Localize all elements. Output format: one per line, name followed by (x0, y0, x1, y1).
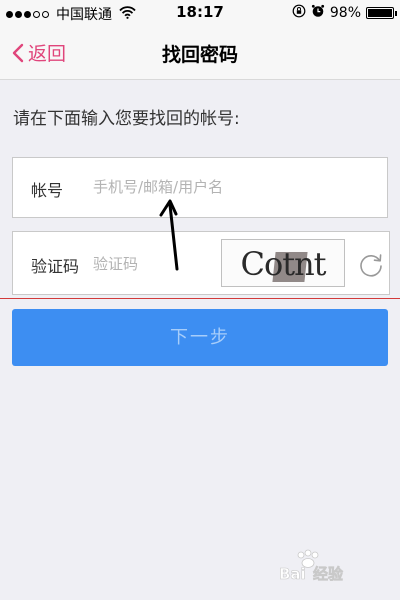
battery-level (368, 9, 392, 17)
svg-text:经验: 经验 (313, 565, 344, 582)
status-bar: 中国联通 18:17 98% (0, 0, 400, 28)
page-title: 找回密码 (161, 44, 238, 66)
status-right: 98% (287, 4, 397, 22)
account-field-row: 帐号 (12, 157, 388, 218)
battery-percent: 98% (329, 5, 361, 21)
svg-text:Bai: Bai (279, 565, 306, 582)
divider-line (0, 298, 400, 299)
next-step-button[interactable]: 下一步 (12, 309, 388, 366)
captcha-label: 验证码 (31, 257, 80, 276)
captcha-input[interactable] (93, 249, 213, 279)
battery-icon (366, 7, 397, 19)
captcha-image-text: Cotnt (240, 245, 326, 283)
captcha-field-row: 验证码 Cotnt (12, 231, 390, 295)
refresh-icon[interactable] (357, 251, 385, 283)
captcha-image[interactable]: Cotnt (221, 239, 345, 287)
account-label: 帐号 (31, 181, 64, 200)
account-input[interactable] (93, 172, 373, 202)
nav-bar: 返回 找回密码 (0, 28, 400, 80)
rotation-lock-icon (292, 4, 306, 22)
instruction-text: 请在下面输入您要找回的帐号: (13, 109, 240, 129)
watermark-logo: Bai 经验 (279, 549, 344, 582)
alarm-icon (311, 4, 325, 22)
